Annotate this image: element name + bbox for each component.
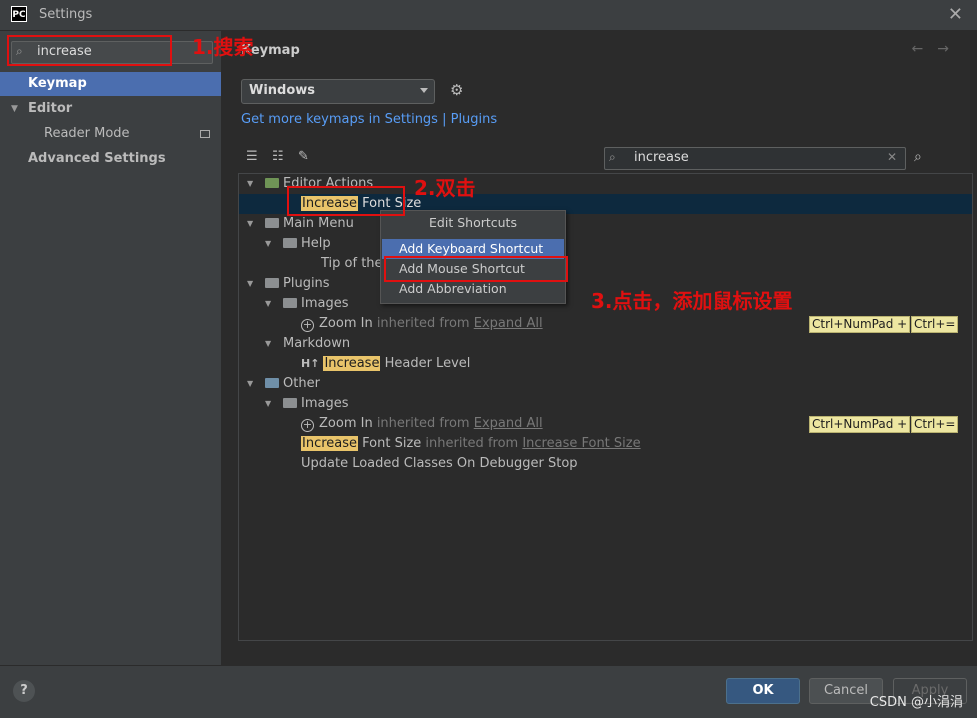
tree-node-label: Header Level — [380, 356, 471, 371]
tree-node-label: Main Menu — [283, 216, 354, 231]
folder-icon — [283, 398, 297, 408]
tree-node-label: Zoom In — [319, 416, 373, 431]
tree-node-update-loaded-classes[interactable]: Update Loaded Classes On Debugger Stop — [239, 454, 972, 474]
sidebar-item-advanced-settings[interactable]: Advanced Settings — [0, 147, 221, 171]
sidebar-item-label: Keymap — [28, 76, 87, 91]
annotation-box-mouse-shortcut — [384, 256, 568, 282]
chevron-down-icon[interactable]: ▼ — [265, 394, 271, 414]
chevron-down-icon[interactable]: ▼ — [265, 294, 271, 314]
help-icon[interactable]: ? — [13, 680, 35, 702]
back-arrow-icon[interactable]: ← — [912, 41, 938, 57]
zoom-in-icon: + — [301, 418, 314, 432]
main-menu-icon — [265, 218, 279, 228]
tree-node-label: Other — [283, 376, 320, 391]
annotation-step3: 3.点击，添加鼠标设置 — [591, 289, 793, 313]
search-highlight: Increase — [301, 436, 359, 451]
watermark: CSDN @小涓涓 — [869, 695, 963, 710]
sidebar-item-label: Advanced Settings — [28, 151, 166, 166]
header-level-icon: H↑ — [301, 357, 320, 370]
expand-all-icon[interactable]: ☰ — [246, 149, 258, 164]
search-icon: ⌕ — [609, 150, 616, 164]
find-by-shortcut-icon[interactable]: ⌕ — [914, 149, 922, 165]
window-title: Settings — [39, 7, 93, 22]
inherited-note: inherited from — [421, 436, 523, 451]
tree-node-label: Tip of the — [321, 256, 383, 271]
project-settings-icon — [200, 130, 210, 138]
annotation-step2: 2.双击 — [414, 176, 476, 200]
dialog-footer: ? OK Cancel Apply CSDN @小涓涓 — [0, 665, 977, 718]
tree-node-images-other[interactable]: ▼ Images — [239, 394, 972, 414]
forward-arrow-icon[interactable]: → — [937, 41, 963, 57]
tree-node-zoom-in-other[interactable]: + Zoom In inherited from Expand All Ctrl+… — [239, 414, 972, 434]
inherited-action-link[interactable]: Increase Font Size — [522, 436, 640, 451]
annotation-step1: 1.搜索 — [192, 35, 254, 59]
search-highlight: Increase — [323, 356, 381, 371]
tree-node-label: Zoom In — [319, 316, 373, 331]
tree-node-label: Markdown — [283, 336, 351, 351]
chevron-down-icon[interactable]: ▼ — [11, 97, 18, 121]
sidebar-item-label: Editor — [28, 101, 73, 116]
add-abbreviation-item[interactable]: Add Abbreviation — [382, 279, 564, 299]
gear-icon[interactable]: ⚙ — [450, 81, 463, 99]
keymap-filter-value: increase — [634, 150, 689, 165]
shortcut-badge: Ctrl+NumPad + — [809, 416, 911, 433]
tree-node-label: Font Size — [358, 436, 422, 451]
chevron-down-icon[interactable]: ▼ — [247, 214, 253, 234]
folder-icon — [283, 238, 297, 248]
title-bar: PC Settings ✕ — [0, 0, 977, 31]
keymap-panel: Keymap ←→ Windows ⚙ Get more keymaps in … — [221, 31, 977, 665]
folder-icon — [283, 298, 297, 308]
inherited-note: inherited from — [372, 416, 474, 431]
keymap-filter-input[interactable]: ⌕ increase ✕ — [604, 147, 906, 170]
popup-title: Edit Shortcuts — [429, 215, 517, 230]
shortcut-badge: Ctrl+= — [911, 316, 959, 333]
sidebar-item-editor[interactable]: ▼ Editor — [0, 97, 221, 121]
chevron-down-icon[interactable]: ▼ — [247, 274, 253, 294]
tree-node-other[interactable]: ▼ Other — [239, 374, 972, 394]
chevron-down-icon[interactable]: ▼ — [265, 334, 271, 354]
tree-node-label: Plugins — [283, 276, 330, 291]
history-nav: ←→ — [912, 41, 963, 57]
sidebar-item-keymap[interactable]: Keymap — [0, 72, 221, 96]
editor-actions-folder-icon — [265, 178, 279, 188]
chevron-down-icon[interactable]: ▼ — [247, 174, 253, 194]
shortcut-badge: Ctrl+= — [911, 416, 959, 433]
annotation-box-double-click — [287, 186, 405, 216]
keymap-scheme-value: Windows — [249, 83, 316, 98]
sidebar-item-reader-mode[interactable]: Reader Mode — [0, 122, 221, 146]
chevron-down-icon[interactable]: ▼ — [265, 234, 271, 254]
ok-button[interactable]: OK — [726, 678, 800, 704]
app-logo: PC — [11, 6, 27, 22]
more-keymaps-link[interactable]: Get more keymaps in Settings | Plugins — [241, 112, 497, 127]
annotation-box-search — [7, 35, 172, 66]
tree-node-help[interactable]: ▼ Help — [239, 234, 972, 254]
keymap-scheme-select[interactable]: Windows — [241, 79, 435, 104]
shortcut-badge: Ctrl+NumPad + — [809, 316, 911, 333]
tree-node-label: Images — [301, 296, 349, 311]
edit-pencil-icon[interactable]: ✎ — [298, 149, 309, 164]
chevron-down-icon[interactable]: ▼ — [247, 374, 253, 394]
tree-node-label: Help — [301, 236, 331, 251]
keymap-action-tree: ▼ Editor Actions Increase Font Size ▼ Ma… — [238, 173, 973, 641]
zoom-in-icon: + — [301, 318, 314, 332]
collapse-all-icon[interactable]: ☷ — [272, 149, 284, 164]
close-icon[interactable]: ✕ — [948, 4, 963, 25]
folder-icon — [265, 278, 279, 288]
tree-node-increase-header-level[interactable]: H↑ Increase Header Level — [239, 354, 972, 374]
other-folder-icon — [265, 378, 279, 388]
sidebar-item-label: Reader Mode — [44, 126, 130, 141]
inherited-action-link[interactable]: Expand All — [474, 316, 543, 331]
tree-node-increase-font-size-other[interactable]: Increase Font Size inherited from Increa… — [239, 434, 972, 454]
tree-node-main-menu[interactable]: ▼ Main Menu — [239, 214, 972, 234]
inherited-note: inherited from — [372, 316, 474, 331]
tree-node-tip-of-the-day[interactable]: Tip of the — [239, 254, 972, 274]
settings-sidebar: ⌕ increase Keymap ▼ Editor Reader Mode A… — [0, 31, 221, 665]
tree-node-zoom-in[interactable]: + Zoom In inherited from Expand All Ctrl+… — [239, 314, 972, 334]
tree-node-label: Images — [301, 396, 349, 411]
clear-icon[interactable]: ✕ — [887, 150, 897, 164]
inherited-action-link[interactable]: Expand All — [474, 416, 543, 431]
dropdown-caret-icon — [420, 88, 428, 93]
tree-node-markdown[interactable]: ▼ Markdown — [239, 334, 972, 354]
tree-node-label: Update Loaded Classes On Debugger Stop — [301, 456, 578, 471]
